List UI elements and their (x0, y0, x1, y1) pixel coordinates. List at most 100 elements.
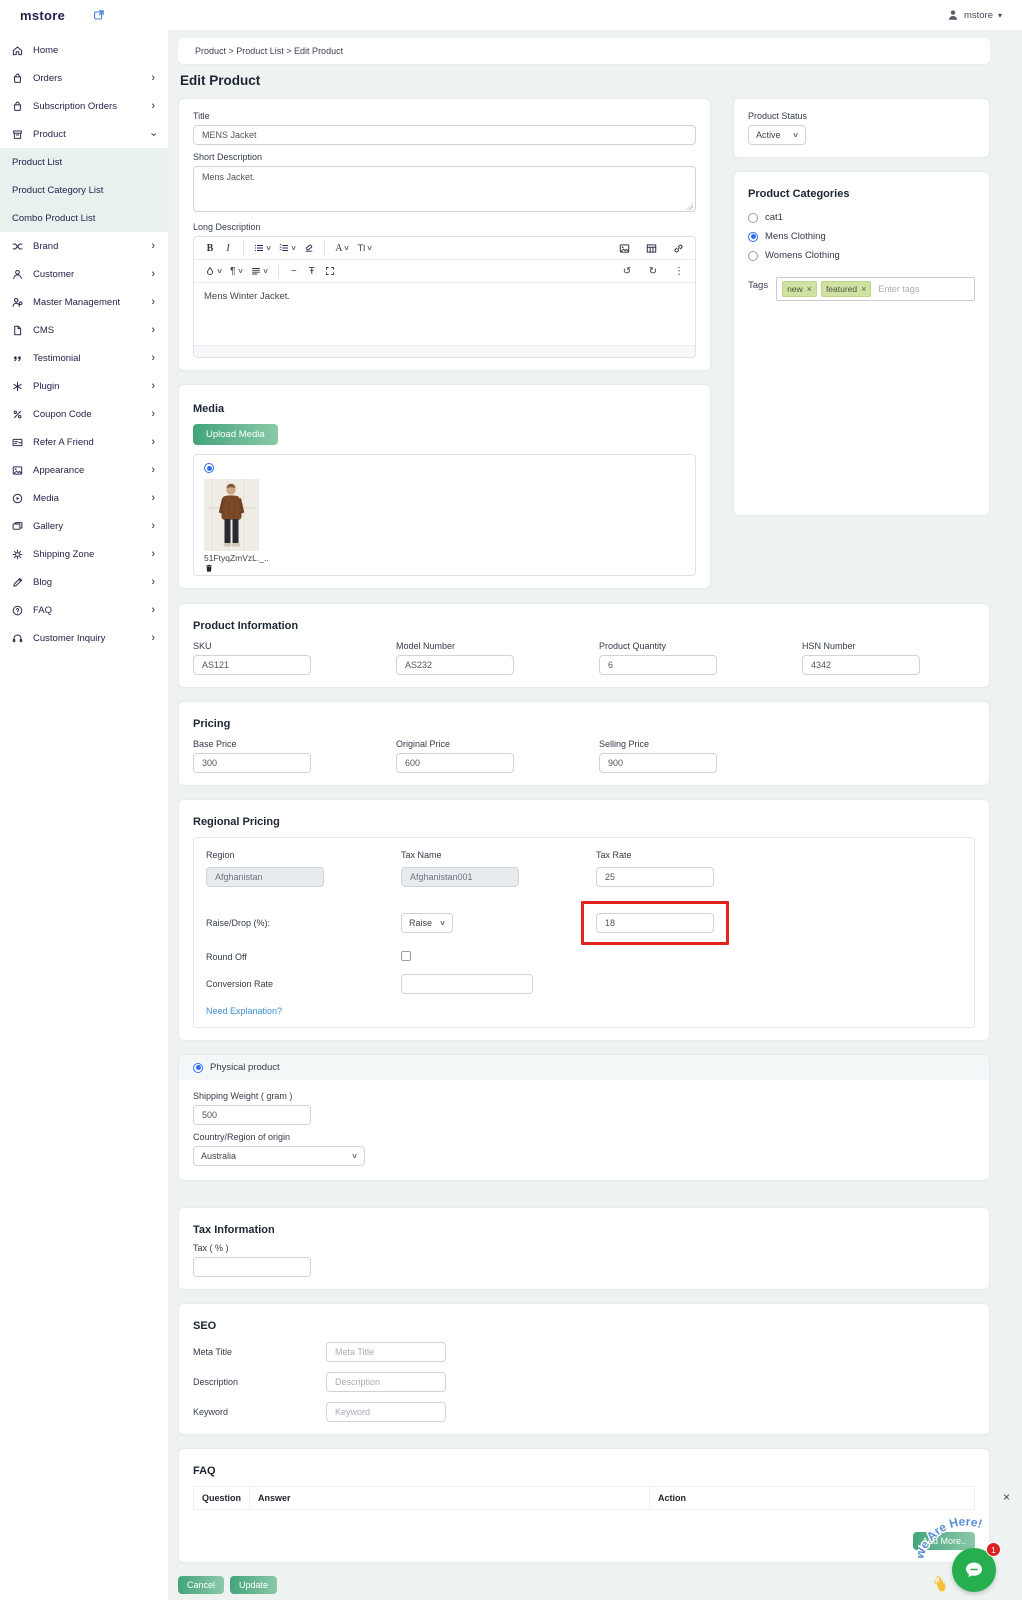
eraser-icon[interactable] (301, 240, 317, 256)
sidebar-item-coupon-code[interactable]: Coupon Code › (0, 400, 168, 428)
external-link-icon[interactable] (93, 9, 105, 21)
fullscreen-icon[interactable] (322, 263, 338, 279)
sidebar-item-home[interactable]: Home (0, 36, 168, 64)
user-icon (947, 9, 959, 21)
original-price-input[interactable] (396, 753, 514, 773)
sku-input[interactable] (193, 655, 311, 675)
seo-description-label: Description (193, 1377, 326, 1387)
editor-content[interactable]: Mens Winter Jacket. (194, 283, 695, 345)
hsn-number-label: HSN Number (802, 641, 1005, 651)
tax-rate-input[interactable] (596, 867, 714, 887)
font-color-icon[interactable]: A∨ (332, 240, 352, 256)
raise-drop-select[interactable]: Raise ∨ (401, 913, 453, 933)
short-description-textarea[interactable]: Mens Jacket. (193, 166, 696, 212)
conversion-rate-input[interactable] (401, 974, 533, 994)
media-list: 51FtyqZmVzL._.. (193, 454, 696, 576)
sidebar-item-customer[interactable]: Customer › (0, 260, 168, 288)
shipping-weight-label: Shipping Weight ( gram ) (193, 1091, 975, 1101)
faq-col-answer: Answer (250, 1487, 650, 1510)
sidebar-item-master-management[interactable]: Master Management › (0, 288, 168, 316)
paragraph-icon[interactable]: ¶∨ (227, 263, 246, 279)
font-color-icon: A (335, 243, 342, 254)
product-image-thumbnail[interactable] (204, 479, 259, 551)
tax-percent-input[interactable] (193, 1257, 311, 1277)
remove-tag-icon[interactable]: × (807, 285, 812, 294)
undo-icon[interactable]: ↺ (619, 263, 635, 279)
seo-description-input[interactable] (326, 1372, 446, 1392)
media-card: Media Upload Media (178, 384, 711, 589)
more-options-icon[interactable]: ⋮ (671, 263, 687, 279)
sidebar-item-cms[interactable]: CMS › (0, 316, 168, 344)
sidebar-item-brand[interactable]: Brand › (0, 232, 168, 260)
italic-icon[interactable]: I (220, 240, 236, 256)
meta-title-input[interactable] (326, 1342, 446, 1362)
align-icon[interactable]: ∨ (248, 263, 271, 279)
line-height-icon[interactable]: Ŧ (304, 263, 320, 279)
breadcrumb[interactable]: Product > Product List > Edit Product (178, 38, 990, 64)
sidebar-item-shipping-zone[interactable]: Shipping Zone › (0, 540, 168, 568)
trash-icon[interactable] (204, 563, 264, 573)
bullet-list-icon[interactable]: ∨ (251, 240, 274, 256)
sidebar-item-customer-inquiry[interactable]: Customer Inquiry › (0, 624, 168, 652)
product-information-card: Product Information SKU Model Number Pro… (178, 603, 990, 688)
pricing-title: Pricing (193, 718, 975, 730)
seo-keyword-input[interactable] (326, 1402, 446, 1422)
pricing-card: Pricing Base Price Original Price Sellin… (178, 701, 990, 786)
product-quantity-input[interactable] (599, 655, 717, 675)
base-price-input[interactable] (193, 753, 311, 773)
sidebar-item-refer-a-friend[interactable]: Refer A Friend › (0, 428, 168, 456)
sidebar-item-blog[interactable]: Blog › (0, 568, 168, 596)
text-style-icon[interactable]: Tl∨ (355, 240, 376, 256)
category-option-cat1[interactable]: cat1 (748, 212, 975, 223)
tags-input[interactable]: new × featured × Enter tags (776, 277, 975, 301)
sidebar-item-media[interactable]: Media › (0, 484, 168, 512)
sidebar-item-plugin[interactable]: Plugin › (0, 372, 168, 400)
raise-drop-percent-input[interactable] (596, 913, 714, 933)
sidebar-item-appearance[interactable]: Appearance › (0, 456, 168, 484)
sidebar-item-product-category-list[interactable]: Product Category List (0, 176, 168, 204)
hsn-number-input[interactable] (802, 655, 920, 675)
bold-icon[interactable]: B (202, 240, 218, 256)
remove-tag-icon[interactable]: × (861, 285, 866, 294)
insert-table-icon[interactable] (643, 240, 660, 256)
cancel-button[interactable]: Cancel (178, 1576, 224, 1594)
sidebar-item-subscription-orders[interactable]: Subscription Orders › (0, 92, 168, 120)
text-highlight-icon[interactable]: ∨ (202, 263, 225, 279)
round-off-checkbox[interactable] (401, 951, 411, 961)
sidebar-item-gallery[interactable]: Gallery › (0, 512, 168, 540)
shipping-weight-input[interactable] (193, 1105, 311, 1125)
numbered-list-icon[interactable]: ∨ (276, 240, 299, 256)
media-select-radio[interactable] (204, 463, 214, 473)
sidebar-item-orders[interactable]: Orders › (0, 64, 168, 92)
sidebar-item-product-list[interactable]: Product List (0, 148, 168, 176)
update-button[interactable]: Update (230, 1576, 277, 1594)
origin-select[interactable]: Australia ∨ (193, 1146, 365, 1166)
sidebar-item-testimonial[interactable]: Testimonial › (0, 344, 168, 372)
title-input[interactable] (193, 125, 696, 145)
media-filename: 51FtyqZmVzL._.. (204, 553, 264, 563)
sidebar-item-faq[interactable]: FAQ › (0, 596, 168, 624)
app-logo[interactable]: mstore (20, 8, 65, 23)
product-status-select[interactable]: Active ∨ (748, 125, 806, 145)
insert-link-icon[interactable] (670, 240, 687, 256)
category-option-womens-clothing[interactable]: Womens Clothing (748, 250, 975, 261)
eraser-icon (304, 243, 314, 253)
editor-footer (194, 345, 695, 357)
physical-product-radio[interactable] (193, 1063, 203, 1073)
selling-price-input[interactable] (599, 753, 717, 773)
sidebar-item-combo-product-list[interactable]: Combo Product List (0, 204, 168, 232)
upload-media-button[interactable]: Upload Media (193, 424, 278, 445)
category-option-mens-clothing[interactable]: Mens Clothing (748, 231, 975, 242)
insert-link-icon (673, 243, 684, 254)
need-explanation-link[interactable]: Need Explanation? (206, 1006, 282, 1016)
redo-icon[interactable]: ↻ (645, 263, 661, 279)
base-price-label: Base Price (193, 739, 396, 749)
tax-information-title: Tax Information (193, 1224, 975, 1236)
sidebar-item-product[interactable]: Product › (0, 120, 168, 148)
horizontal-rule-icon[interactable]: − (286, 263, 302, 279)
model-number-input[interactable] (396, 655, 514, 675)
caret-down-icon: ∨ (262, 267, 269, 275)
customer-inquiry-icon (12, 633, 29, 644)
insert-image-icon[interactable] (616, 240, 633, 256)
user-menu[interactable]: mstore ▾ (947, 9, 1002, 21)
